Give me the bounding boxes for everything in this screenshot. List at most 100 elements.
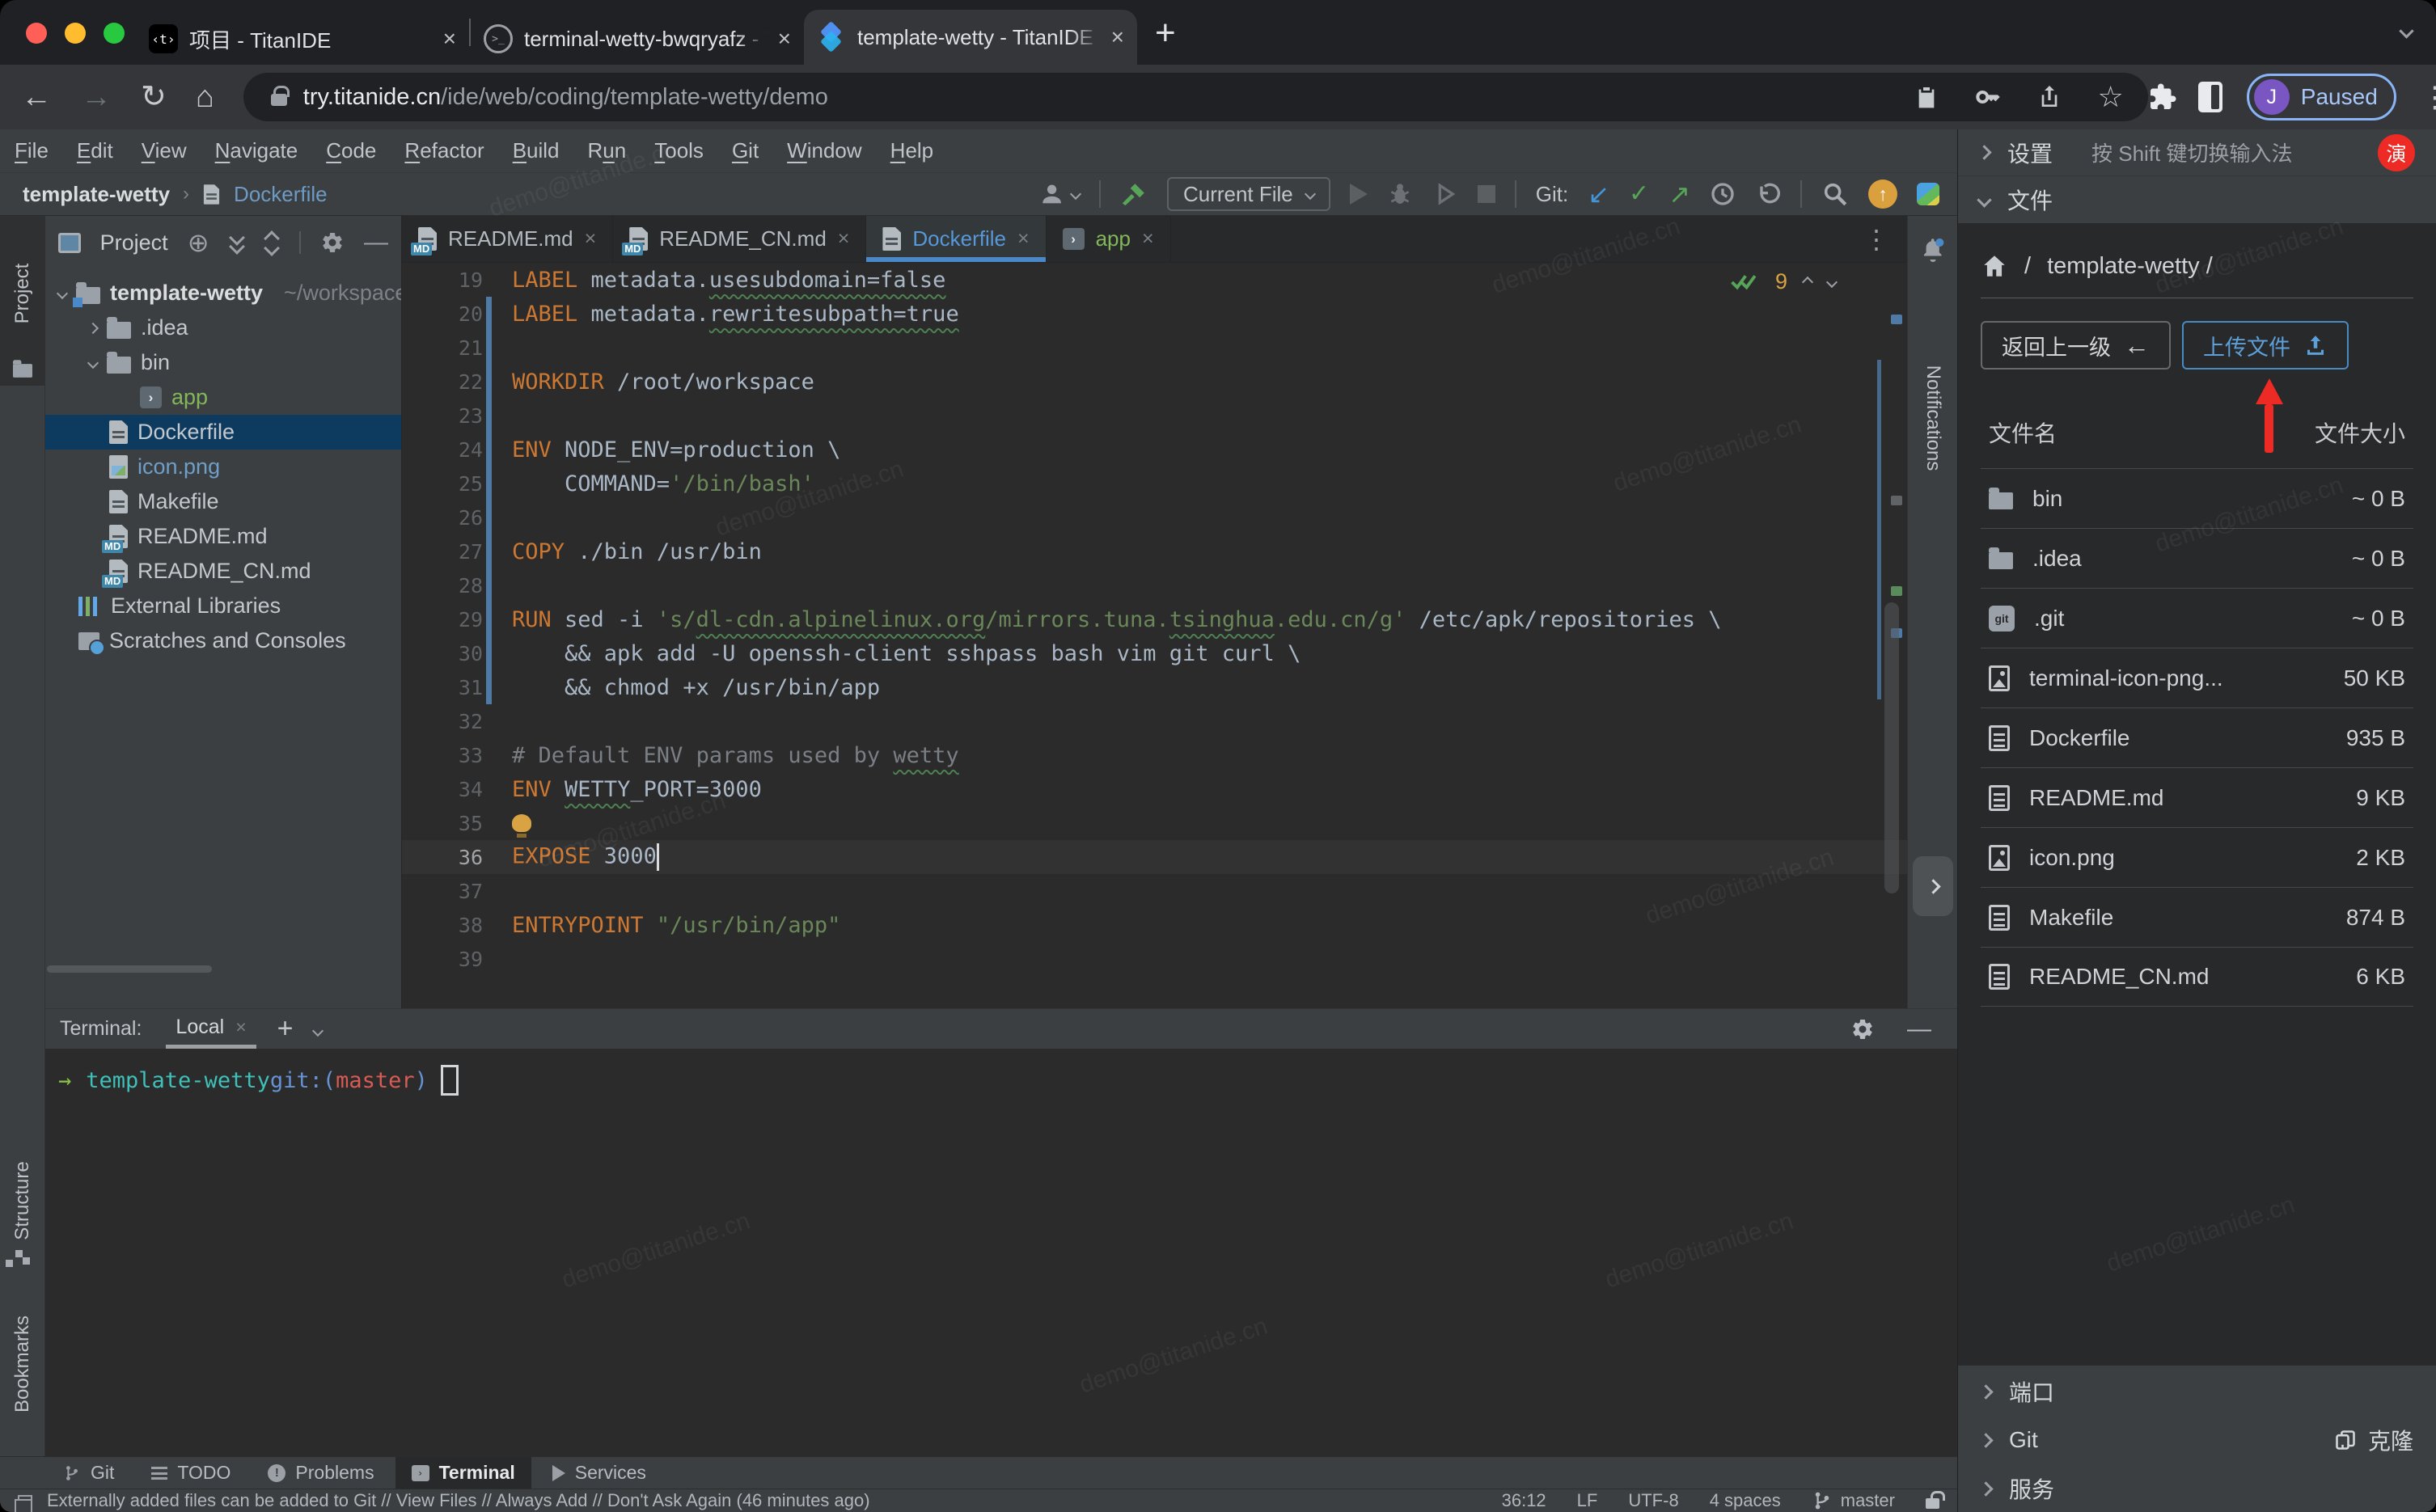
tree-item-makefile[interactable]: Makefile	[45, 484, 401, 519]
git-branch-widget[interactable]: master	[1812, 1490, 1895, 1511]
menu-item-tools[interactable]: Tools	[654, 138, 704, 163]
line-number[interactable]: 19	[402, 268, 483, 292]
tree-chevron-icon[interactable]	[56, 287, 69, 299]
menu-item-code[interactable]: Code	[326, 138, 376, 163]
section-端口[interactable]: 端口	[1958, 1367, 2436, 1416]
tree-item-readme-md[interactable]: MD README.md	[45, 519, 401, 554]
line-number[interactable]: 39	[402, 948, 483, 971]
clone-button[interactable]: 克隆	[2334, 1424, 2413, 1456]
line-number[interactable]: 22	[402, 370, 483, 394]
close-icon[interactable]: ×	[838, 227, 850, 251]
line-number[interactable]: 33	[402, 744, 483, 767]
menu-item-view[interactable]: View	[142, 138, 187, 163]
section-服务[interactable]: 服务	[1958, 1464, 2436, 1512]
code-line-25[interactable]: 25 COMMAND='/bin/bash'	[402, 467, 1907, 500]
side-panel-icon[interactable]	[2197, 82, 2222, 112]
clipboard-icon[interactable]	[1914, 84, 1939, 110]
home-icon[interactable]	[1981, 252, 2008, 280]
intention-bulb-icon[interactable]	[512, 813, 531, 838]
editor-tab-readme-cn-md[interactable]: MD README_CN.md ×	[613, 216, 867, 262]
window-stack-icon[interactable]	[15, 1494, 32, 1512]
line-number[interactable]: 25	[402, 472, 483, 496]
size-column-header[interactable]: 文件大小	[2315, 416, 2405, 449]
line-number[interactable]: 32	[402, 710, 483, 733]
section-git[interactable]: Git 克隆	[1958, 1416, 2436, 1464]
line-number[interactable]: 27	[402, 540, 483, 564]
build-hammer-icon[interactable]	[1120, 180, 1148, 208]
file-row-readme-md[interactable]: README.md 9 KB	[1981, 767, 2413, 827]
menu-item-build[interactable]: Build	[513, 138, 560, 163]
terminal-body[interactable]: → template-wetty git:(master)	[45, 1049, 1957, 1456]
line-number[interactable]: 38	[402, 914, 483, 937]
sidebar-tab-notifications[interactable]: Notifications	[1922, 365, 1944, 471]
file-row-terminal-icon-png-[interactable]: terminal-icon-png... 50 KB	[1981, 648, 2413, 707]
tool-window-button-git[interactable]: Git	[47, 1457, 130, 1489]
code-line-35[interactable]: 35	[402, 806, 1907, 840]
tool-window-button-problems[interactable]: ! Problems	[252, 1457, 390, 1489]
tree-item-icon-png[interactable]: icon.png	[45, 450, 401, 484]
code-line-24[interactable]: 24 ENV NODE_ENV=production \	[402, 433, 1907, 467]
code-line-21[interactable]: 21	[402, 331, 1907, 365]
file-row-readme-cn-md[interactable]: README_CN.md 6 KB	[1981, 947, 2413, 1007]
file-row-makefile[interactable]: Makefile 874 B	[1981, 887, 2413, 947]
tree-item-dockerfile[interactable]: Dockerfile	[45, 415, 401, 450]
code-line-37[interactable]: 37	[402, 874, 1907, 908]
close-window-button[interactable]	[26, 23, 47, 44]
line-number[interactable]: 35	[402, 812, 483, 835]
file-row-icon-png[interactable]: icon.png 2 KB	[1981, 827, 2413, 887]
tree-chevron-icon[interactable]	[87, 322, 99, 334]
new-tab-button[interactable]: +	[1155, 13, 1176, 53]
minimize-window-button[interactable]	[65, 23, 86, 44]
stop-icon[interactable]	[1477, 185, 1495, 203]
line-number[interactable]: 31	[402, 676, 483, 699]
demo-badge[interactable]: 演	[2378, 133, 2415, 171]
menu-item-refactor[interactable]: Refactor	[404, 138, 484, 163]
git-update-icon[interactable]: ↙	[1588, 181, 1609, 207]
upload-file-button[interactable]: 上传文件	[2182, 321, 2349, 370]
editor-tab-app[interactable]: › app ×	[1047, 216, 1171, 262]
browser-tab[interactable]: ‹t› 项目 - TitanIDE ×	[136, 13, 469, 65]
tree-item--idea[interactable]: .idea	[45, 310, 401, 345]
editor-tab-readme-md[interactable]: MD README.md ×	[402, 216, 614, 262]
tree-item-readme-cn-md[interactable]: MD README_CN.md	[45, 554, 401, 589]
files-section-header[interactable]: 文件	[1958, 176, 2436, 223]
editor-error-stripe[interactable]	[1875, 263, 1907, 1008]
stripe-mark[interactable]	[1891, 496, 1902, 505]
terminal-dropdown-chevron-icon[interactable]	[312, 1017, 324, 1041]
profile-button[interactable]: J Paused	[2246, 74, 2396, 120]
extensions-puzzle-icon[interactable]	[2148, 82, 2177, 112]
terminal-tab-local[interactable]: Local ×	[166, 1009, 256, 1049]
code-line-22[interactable]: 22 WORKDIR /root/workspace	[402, 365, 1907, 399]
terminal-settings-gear-icon[interactable]	[1850, 1017, 1875, 1041]
editor-scrollbar-thumb[interactable]	[1884, 602, 1899, 893]
menu-item-file[interactable]: File	[15, 138, 49, 163]
line-number[interactable]: 28	[402, 574, 483, 598]
menu-item-help[interactable]: Help	[890, 138, 933, 163]
expand-all-icon[interactable]	[229, 232, 245, 253]
menu-item-edit[interactable]: Edit	[77, 138, 113, 163]
address-bar[interactable]: try.titanide.cn/ide/web/coding/template-…	[243, 73, 2148, 121]
menu-item-git[interactable]: Git	[732, 138, 759, 163]
tool-window-button-services[interactable]: Services	[536, 1457, 662, 1489]
back-icon[interactable]: ←	[21, 82, 52, 112]
close-icon[interactable]: ×	[443, 26, 456, 52]
code-line-29[interactable]: 29 RUN sed -i 's/dl-cdn.alpinelinux.org/m…	[402, 602, 1907, 636]
code-line-27[interactable]: 27 COPY ./bin /usr/bin	[402, 534, 1907, 568]
close-icon[interactable]: ×	[235, 1016, 246, 1038]
collab-users-icon[interactable]	[1039, 180, 1082, 208]
tab-search-chevron-icon[interactable]	[2399, 23, 2414, 40]
code-line-33[interactable]: 33 # Default ENV params used by wetty	[402, 738, 1907, 772]
share-icon[interactable]	[2036, 84, 2062, 110]
close-icon[interactable]: ×	[585, 227, 597, 251]
code-area[interactable]: 19 LABEL metadata.usesubdomain=false 20 LAB…	[402, 263, 1907, 1008]
close-icon[interactable]: ×	[1017, 227, 1030, 251]
bookmark-star-icon[interactable]: ☆	[2098, 80, 2124, 114]
close-icon[interactable]: ×	[1111, 24, 1124, 50]
go-up-button[interactable]: 返回上一级 ←	[1981, 321, 2171, 370]
code-line-34[interactable]: 34 ENV WETTY_PORT=3000	[402, 772, 1907, 806]
run-configuration-select[interactable]: Current File	[1166, 177, 1330, 211]
line-number[interactable]: 23	[402, 404, 483, 428]
line-number[interactable]: 26	[402, 506, 483, 530]
line-number[interactable]: 36	[402, 846, 483, 869]
code-line-20[interactable]: 20 LABEL metadata.rewritesubpath=true	[402, 297, 1907, 331]
